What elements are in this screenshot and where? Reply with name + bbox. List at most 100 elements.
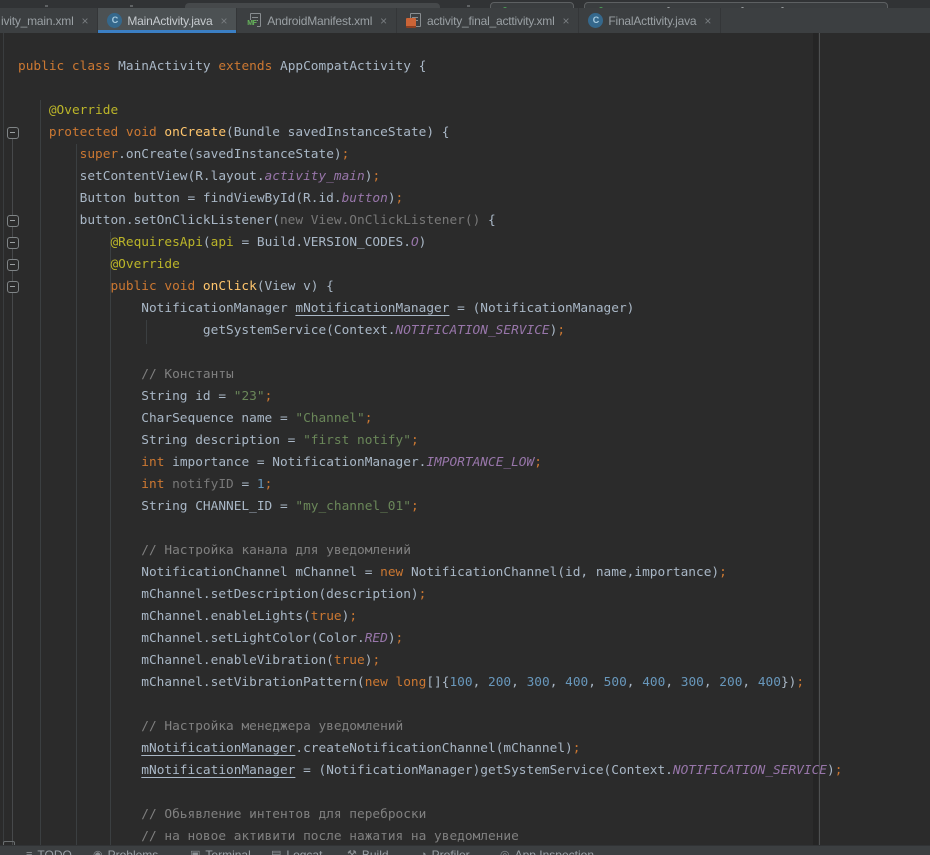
code-line[interactable]: @RequiresApi(api = Build.VERSION_CODES.O…	[18, 232, 842, 254]
code-token-semi: ;	[372, 653, 380, 668]
manifest-file-icon: MF	[246, 13, 262, 29]
code-line[interactable]: protected void onCreate(Bundle savedInst…	[18, 122, 842, 144]
code-line[interactable]	[18, 694, 842, 716]
code-token-str: "first notify"	[303, 433, 411, 448]
tool-window-button-problems[interactable]: ◉ Problems	[93, 849, 158, 855]
tool-window-button-profiler[interactable]: ◔Profiler	[420, 849, 470, 855]
tool-window-button-app-inspection[interactable]: ◎App Inspection	[500, 849, 594, 855]
code-token-semi: ;	[573, 741, 581, 756]
code-line[interactable]: setContentView(R.layout.activity_main);	[18, 166, 842, 188]
code-line[interactable]: mNotificationManager.createNotificationC…	[18, 738, 842, 760]
code-line[interactable]: String id = "23";	[18, 386, 842, 408]
tool-window-button-todo[interactable]: ≡TODO	[26, 849, 72, 855]
close-icon[interactable]: ×	[563, 14, 570, 28]
code-line[interactable]: String description = "first notify";	[18, 430, 842, 452]
code-token-semi: ;	[396, 631, 404, 646]
code-fold-icon[interactable]	[7, 215, 19, 227]
code-token-cmt: // Настройка канала для уведомлений	[141, 543, 411, 558]
code-line[interactable]: public class MainActivity extends AppCom…	[18, 56, 842, 78]
code-token-semi: ;	[349, 609, 357, 624]
close-icon[interactable]: ×	[704, 14, 711, 28]
code-token-cmt: // Обьявление интентов для переброски	[141, 807, 426, 822]
todo-icon: ≡	[26, 849, 32, 855]
code-line[interactable]: int importance = NotificationManager.IMP…	[18, 452, 842, 474]
code-token-num: 200	[488, 675, 511, 690]
code-line[interactable]: // на новое активити после нажатия на ув…	[18, 826, 842, 845]
close-icon[interactable]: ×	[380, 14, 387, 28]
code-fold-icon[interactable]	[7, 281, 19, 293]
code-token-num: 300	[681, 675, 704, 690]
code-token-num: 200	[719, 675, 742, 690]
code-editor-content[interactable]: public class MainActivity extends AppCom…	[0, 33, 842, 845]
code-line[interactable]: @Override	[18, 100, 842, 122]
code-token-und: mNotificationManager	[295, 301, 449, 316]
code-token-und: mNotificationManager	[141, 763, 295, 778]
problems-icon: ◉	[93, 849, 103, 855]
code-token-def: ,	[742, 675, 757, 690]
tab-label: MainActivity.java	[127, 14, 212, 28]
code-token-kw: public class	[18, 59, 118, 74]
editor-tab-ivity-main-xml[interactable]: ivity_main.xml×	[0, 8, 98, 33]
code-line[interactable]: // Обьявление интентов для переброски	[18, 804, 842, 826]
code-token-const: button	[342, 191, 388, 206]
code-token-def	[18, 279, 110, 294]
editor-tab-androidmanifest-xml[interactable]: MFAndroidManifest.xml×	[237, 8, 397, 33]
code-line[interactable]: @Override	[18, 254, 842, 276]
tool-window-button-terminal[interactable]: ▣Terminal	[190, 849, 251, 855]
code-line[interactable]: int notifyID = 1;	[18, 474, 842, 496]
editor-tab-finalacttivity-java[interactable]: CFinalActtivity.java×	[579, 8, 721, 33]
gutter-float-icon[interactable]	[3, 841, 15, 845]
code-line[interactable]: mChannel.setDescription(description);	[18, 584, 842, 606]
code-line[interactable]: public void onClick(View v) {	[18, 276, 842, 298]
code-token-meth: onClick	[203, 279, 257, 294]
code-line[interactable]: Button button = findViewById(R.id.button…	[18, 188, 842, 210]
code-token-ann: @RequiresApi	[110, 235, 202, 250]
toolbar-icon-remnant	[467, 5, 470, 7]
code-line[interactable]: mChannel.enableVibration(true);	[18, 650, 842, 672]
code-line[interactable]: mNotificationManager = (NotificationMana…	[18, 760, 842, 782]
code-line[interactable]: // Настройка канала для уведомлений	[18, 540, 842, 562]
tool-window-button-logcat[interactable]: ▤Logcat	[271, 849, 322, 855]
code-line[interactable]: NotificationChannel mChannel = new Notif…	[18, 562, 842, 584]
code-token-const: NOTIFICATION_SERVICE	[396, 323, 550, 338]
code-line[interactable]: CharSequence name = "Channel";	[18, 408, 842, 430]
editor-tab-activity-final-acttivity-xml[interactable]: activity_final_acttivity.xml×	[397, 8, 579, 33]
code-line[interactable]: button.setOnClickListener(new View.OnCli…	[18, 210, 842, 232]
tool-window-button-build[interactable]: ⚒Build	[347, 849, 389, 855]
code-token-def: mChannel.setLightColor(Color.	[18, 631, 365, 646]
editor-tab-mainactivity-java[interactable]: CMainActivity.java×	[98, 8, 237, 33]
code-token-def	[18, 367, 141, 382]
code-editor[interactable]: public class MainActivity extends AppCom…	[0, 33, 930, 845]
code-token-def: ,	[665, 675, 680, 690]
code-line[interactable]: // Настройка менеджера уведомлений	[18, 716, 842, 738]
code-line[interactable]	[18, 78, 842, 100]
code-token-def	[18, 719, 141, 734]
close-icon[interactable]: ×	[220, 14, 227, 28]
close-icon[interactable]: ×	[82, 14, 89, 28]
code-line[interactable]: getSystemService(Context.NOTIFICATION_SE…	[18, 320, 842, 342]
code-token-def: )	[827, 763, 835, 778]
code-line[interactable]	[18, 342, 842, 364]
code-fold-icon[interactable]	[7, 127, 19, 139]
code-line[interactable]: // Константы	[18, 364, 842, 386]
code-line[interactable]: mChannel.enableLights(true);	[18, 606, 842, 628]
code-token-semi: ;	[372, 169, 380, 184]
code-line[interactable]: super.onCreate(savedInstanceState);	[18, 144, 842, 166]
code-token-def: setContentView(R.layout.	[18, 169, 265, 184]
code-line[interactable]: mChannel.setVibrationPattern(new long[]{…	[18, 672, 842, 694]
code-token-cmt: // Константы	[141, 367, 233, 382]
code-token-def: = Build.VERSION_CODES.	[234, 235, 411, 250]
code-line[interactable]: String CHANNEL_ID = "my_channel_01";	[18, 496, 842, 518]
code-line[interactable]	[18, 782, 842, 804]
tool-window-label: Problems	[108, 849, 159, 855]
code-token-def: button.setOnClickListener(	[18, 213, 280, 228]
code-token-def: ,	[550, 675, 565, 690]
code-fold-icon[interactable]	[7, 237, 19, 249]
code-line[interactable]: NotificationManager mNotificationManager…	[18, 298, 842, 320]
code-fold-icon[interactable]	[7, 259, 19, 271]
code-token-def: mChannel.setVibrationPattern(	[18, 675, 365, 690]
code-token-def: ,	[704, 675, 719, 690]
code-line[interactable]	[18, 518, 842, 540]
code-token-def	[18, 763, 141, 778]
code-line[interactable]: mChannel.setLightColor(Color.RED);	[18, 628, 842, 650]
